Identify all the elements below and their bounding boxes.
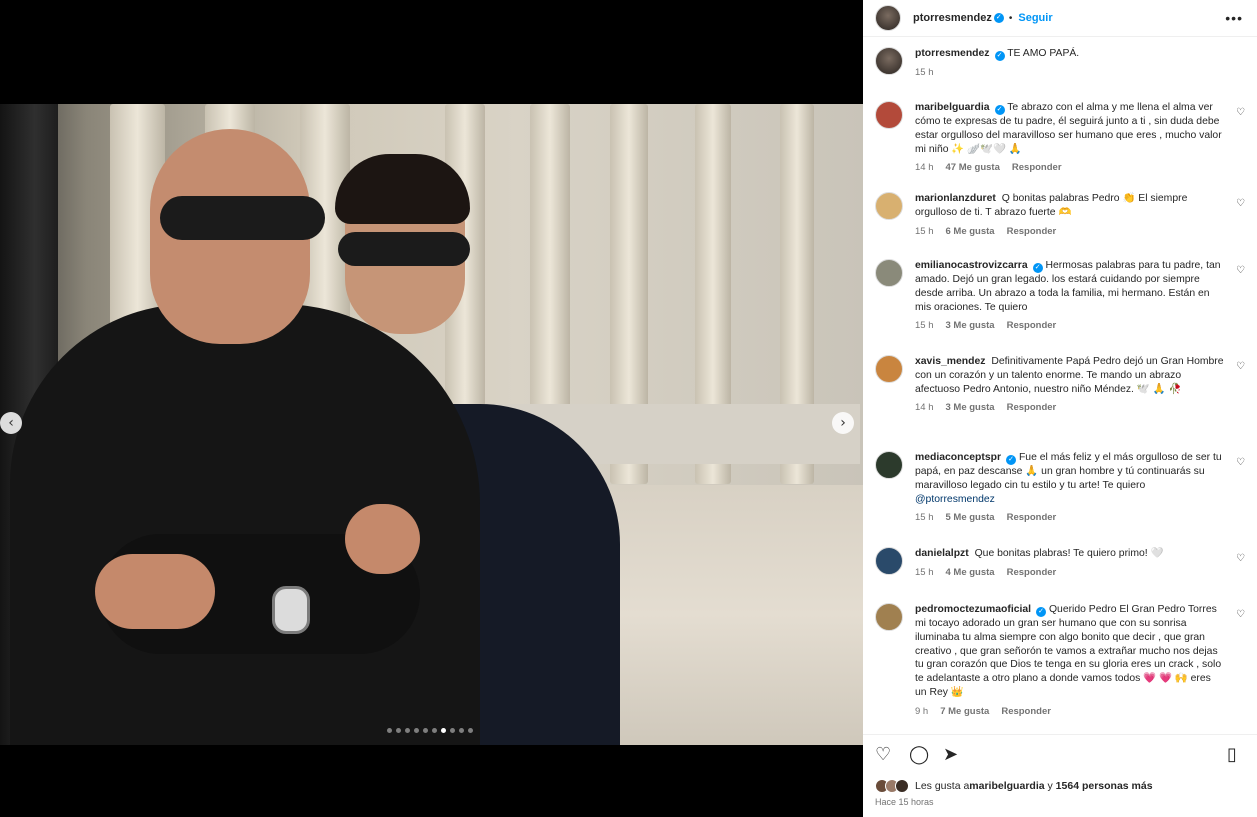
comment-time: 14 h (915, 402, 934, 414)
heart-icon[interactable]: ♡ (1236, 553, 1245, 564)
chevron-left-icon[interactable]: ‹ (0, 412, 22, 434)
bookmark-icon[interactable]: ▯ (1227, 745, 1247, 765)
more-options-icon[interactable]: ••• (1225, 10, 1243, 26)
avatar[interactable] (875, 5, 901, 31)
comment-icon[interactable]: ◯ (909, 745, 929, 765)
post-timestamp: Hace 15 horas (875, 797, 934, 807)
avatar[interactable] (875, 451, 903, 479)
author-username[interactable]: ptorresmendez (913, 12, 992, 24)
comment-username[interactable]: pedromoctezumaoficial (915, 604, 1031, 615)
caption-text: TE AMO PAPÁ. (1007, 48, 1080, 59)
verified-badge-icon: ✓ (1036, 607, 1047, 617)
carousel-dot (405, 728, 410, 733)
comment-likes[interactable]: 5 Me gusta (946, 512, 995, 523)
comment-likes[interactable]: 6 Me gusta (946, 226, 995, 237)
likes-count[interactable]: 1564 personas más (1056, 780, 1153, 792)
avatar[interactable] (875, 547, 903, 575)
post-caption: ptorresmendez ✓ TE AMO PAPÁ. 15 h (875, 47, 1245, 78)
comment-item: maribelguardia ✓ Te abrazo con el alma y … (875, 101, 1245, 173)
comment-text: Que bonitas plabras! Te quiero primo! 🤍 (974, 548, 1164, 559)
verified-badge-icon: ✓ (994, 105, 1005, 115)
verified-badge-icon: ✓ (1006, 455, 1017, 465)
avatar[interactable] (875, 259, 903, 287)
comment-time: 15 h (915, 512, 934, 524)
comment-likes[interactable]: 3 Me gusta (946, 320, 995, 331)
comment-text: Querido Pedro El Gran Pedro Torres mi to… (915, 604, 1222, 698)
comment-username[interactable]: danielalpzt (915, 548, 969, 559)
verified-badge-icon: ✓ (993, 13, 1004, 23)
carousel-dot (432, 728, 437, 733)
comment-likes[interactable]: 3 Me gusta (946, 402, 995, 413)
post-media: ‹ › (0, 0, 863, 817)
avatar[interactable] (875, 101, 903, 129)
carousel-dot (396, 728, 401, 733)
comment-item: xavis_mendez Definitivamente Papá Pedro … (875, 355, 1245, 413)
reply-button[interactable]: Responder (1007, 320, 1057, 331)
heart-icon[interactable]: ♡ (1236, 107, 1245, 118)
reply-button[interactable]: Responder (1001, 706, 1051, 717)
heart-icon[interactable]: ♡ (1236, 609, 1245, 620)
verified-badge-icon: ✓ (1032, 263, 1043, 273)
reply-button[interactable]: Responder (1007, 512, 1057, 523)
comment-time: 15 h (915, 225, 934, 237)
carousel-dot (387, 728, 392, 733)
heart-icon[interactable]: ♡ (1236, 457, 1245, 468)
comment-time: 15 h (915, 320, 934, 332)
post-sidebar: ptorresmendez ✓ • Seguir ••• ptorresmend… (863, 0, 1257, 817)
comment-likes[interactable]: 4 Me gusta (946, 567, 995, 578)
heart-icon[interactable]: ♡ (1236, 198, 1245, 209)
carousel-dot (414, 728, 419, 733)
likes-summary: Les gusta a maribelguardia y 1564 person… (875, 779, 1153, 793)
comment-username[interactable]: xavis_mendez (915, 356, 985, 367)
share-icon[interactable]: ➤ (943, 745, 963, 765)
carousel-dots (387, 728, 473, 733)
comment-item: pedromoctezumaoficial ✓ Querido Pedro El … (875, 603, 1245, 717)
caption-username[interactable]: ptorresmendez (915, 48, 990, 59)
comment-time: 14 h (915, 162, 934, 174)
comment-username[interactable]: maribelguardia (915, 102, 990, 113)
post-footer: ♡ ◯ ➤ ▯ Les gusta a maribelguardia y 156… (863, 734, 1257, 817)
comment-likes[interactable]: 47 Me gusta (946, 162, 1000, 173)
reply-button[interactable]: Responder (1012, 162, 1062, 173)
comment-item: marionlanzduret Q bonitas palabras Pedro… (875, 192, 1245, 237)
likes-suffix: y (1044, 780, 1056, 792)
comment-username[interactable]: mediaconceptspr (915, 452, 1001, 463)
carousel-dot (423, 728, 428, 733)
verified-badge-icon: ✓ (994, 51, 1005, 61)
heart-icon[interactable]: ♡ (1236, 265, 1245, 276)
likes-user[interactable]: maribelguardia (969, 780, 1044, 792)
carousel-dot (468, 728, 473, 733)
reply-button[interactable]: Responder (1007, 402, 1057, 413)
comment-item: danielalpzt Que bonitas plabras! Te quie… (875, 547, 1245, 578)
likes-prefix: Les gusta a (915, 780, 970, 792)
carousel-dot (450, 728, 455, 733)
liker-avatar (895, 779, 909, 793)
chevron-right-icon[interactable]: › (832, 412, 854, 434)
post-header: ptorresmendez ✓ • Seguir ••• (863, 0, 1257, 37)
wristwatch (272, 586, 310, 634)
comment-item: emilianocastrovizcarra ✓ Hermosas palabra… (875, 259, 1245, 331)
comment-username[interactable]: marionlanzduret (915, 193, 996, 204)
heart-icon[interactable]: ♡ (875, 745, 895, 765)
post-photo (0, 104, 863, 745)
avatar[interactable] (875, 355, 903, 383)
comments-list: ptorresmendez ✓ TE AMO PAPÁ. 15 h maribel… (863, 37, 1257, 734)
heart-icon[interactable]: ♡ (1236, 361, 1245, 372)
caption-time: 15 h (915, 67, 934, 78)
follow-button[interactable]: Seguir (1018, 12, 1052, 24)
avatar[interactable] (875, 603, 903, 631)
reply-button[interactable]: Responder (1007, 226, 1057, 237)
comment-likes[interactable]: 7 Me gusta (940, 706, 989, 717)
carousel-dot (459, 728, 464, 733)
comment-time: 9 h (915, 705, 929, 717)
reply-button[interactable]: Responder (1007, 567, 1057, 578)
comment-item: mediaconceptspr ✓ Fue el más feliz y el m… (875, 451, 1245, 523)
avatar[interactable] (875, 192, 903, 220)
avatar[interactable] (875, 47, 903, 75)
mention-link[interactable]: @ptorresmendez (915, 494, 995, 505)
comment-time: 15 h (915, 566, 934, 578)
separator-dot: • (1008, 12, 1013, 24)
carousel-dot (441, 728, 446, 733)
comment-username[interactable]: emilianocastrovizcarra (915, 260, 1028, 271)
